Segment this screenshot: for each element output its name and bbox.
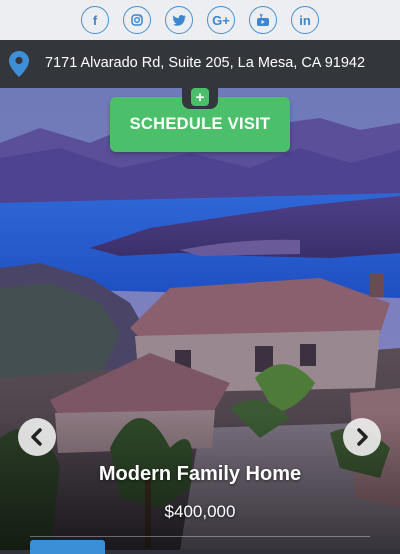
google-plus-icon[interactable]: G+ <box>207 6 235 34</box>
chevron-right-icon <box>357 428 368 446</box>
social-bar: f G+ in <box>0 0 400 40</box>
details-button[interactable] <box>30 540 105 554</box>
instagram-icon[interactable] <box>123 6 151 34</box>
address-text: 7171 Alvarado Rd, Suite 205, La Mesa, CA… <box>45 55 366 71</box>
divider <box>30 536 370 537</box>
carousel-next-button[interactable] <box>343 418 381 456</box>
schedule-visit-container: SCHEDULE VISIT + <box>110 81 290 152</box>
linkedin-icon[interactable]: in <box>291 6 319 34</box>
chevron-left-icon <box>31 428 42 446</box>
listing-price: $400,000 <box>164 502 236 521</box>
facebook-icon[interactable]: f <box>81 6 109 34</box>
map-pin-icon <box>9 51 29 82</box>
plus-icon[interactable]: + <box>191 88 209 106</box>
listing-title: Modern Family Home <box>98 463 302 485</box>
youtube-icon[interactable] <box>249 6 277 34</box>
carousel-prev-button[interactable] <box>18 418 56 456</box>
twitter-icon[interactable] <box>165 6 193 34</box>
